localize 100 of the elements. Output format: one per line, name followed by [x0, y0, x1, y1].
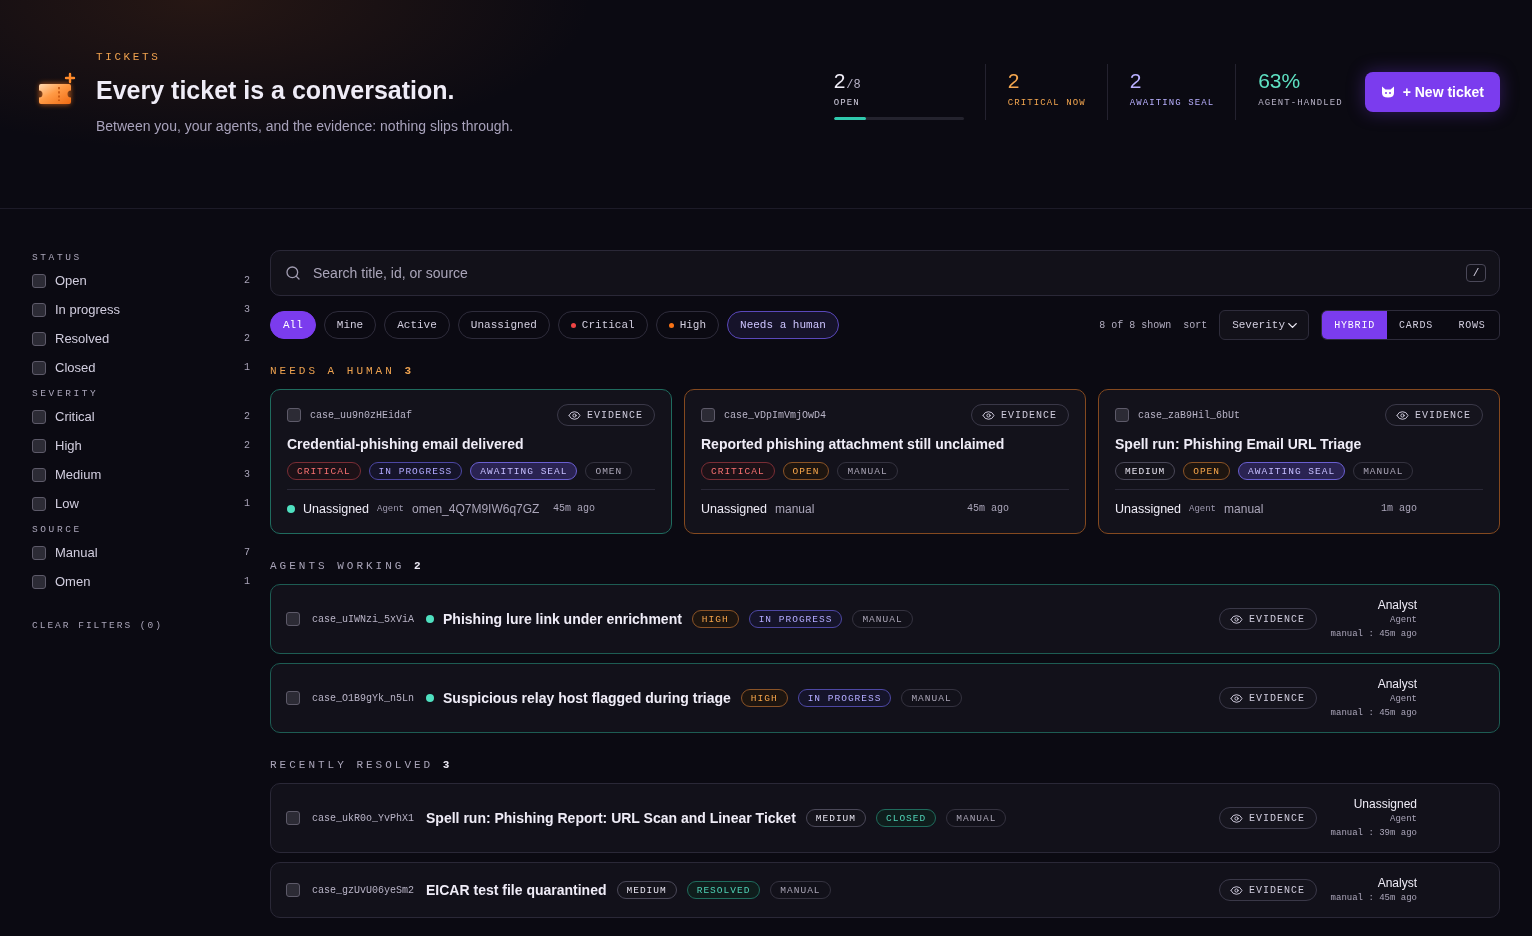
case-id: case_zaB9Hil_6bUt	[1138, 409, 1241, 421]
filter-count: 7	[244, 547, 250, 558]
agent-label: Agent	[1390, 813, 1417, 826]
assignee-name: Unassigned	[701, 501, 767, 516]
eye-icon	[568, 408, 581, 422]
filter-count: 1	[244, 576, 250, 587]
assignee-name: Unassigned	[1353, 796, 1417, 812]
case-id: case_uIWNzi_5xViA	[312, 613, 415, 625]
filter-label[interactable]: Critical	[55, 409, 95, 424]
evidence-button[interactable]: EVIDENCE	[971, 404, 1069, 426]
filter-count: 3	[244, 304, 250, 315]
case-id: case_vDpImVmjOwD4	[724, 409, 827, 421]
status-tag: AWAITING SEAL	[1238, 462, 1346, 480]
filter-chip[interactable]: All	[270, 311, 316, 339]
evidence-button[interactable]: EVIDENCE	[1219, 879, 1317, 901]
cat-icon	[1380, 86, 1395, 98]
checkbox[interactable]	[287, 408, 301, 422]
checkbox[interactable]	[32, 467, 46, 482]
filter-chip[interactable]: Needs a human	[727, 311, 839, 339]
filter-label[interactable]: Manual	[55, 545, 98, 560]
ticket-title: Phishing lure link under enrichment	[443, 611, 682, 627]
filter-label[interactable]: Resolved	[55, 331, 110, 346]
filter-count: 1	[244, 498, 250, 509]
filter-group-title: SEVERITY	[32, 387, 99, 401]
assignee-name: Unassigned	[1115, 501, 1181, 516]
checkbox[interactable]	[32, 496, 46, 511]
checkbox[interactable]	[32, 360, 46, 375]
view-mode-tab[interactable]: ROWS	[1445, 311, 1499, 339]
filter-label[interactable]: Low	[55, 496, 79, 511]
ticket-title: Spell run: Phishing Report: URL Scan and Linear Ticket	[426, 810, 796, 826]
eye-icon	[1396, 408, 1409, 422]
sort-label: sort	[1183, 319, 1208, 331]
stat-value: 2	[1007, 68, 1020, 94]
filter-count: 1	[244, 362, 250, 373]
filter-group-title: STATUS	[32, 251, 82, 265]
evidence-button[interactable]: EVIDENCE	[1385, 404, 1483, 426]
case-id: case_ukR0o_YvPhX1	[312, 812, 415, 824]
filter-label[interactable]: Medium	[55, 467, 102, 482]
page-title: Every ticket is a conversation.	[96, 75, 455, 106]
eye-icon	[982, 408, 995, 422]
clear-filters-link[interactable]: CLEAR FILTERS (0)	[32, 618, 163, 634]
ticket-time: 45m ago	[967, 503, 1009, 514]
filter-label[interactable]: Closed	[55, 360, 96, 375]
ticket-title: Credential-phishing email delivered	[287, 435, 524, 454]
page-eyebrow: TICKETS	[96, 50, 161, 64]
checkbox[interactable]	[32, 273, 46, 288]
evidence-button[interactable]: EVIDENCE	[557, 404, 655, 426]
checkbox[interactable]	[286, 811, 300, 825]
agent-label: Agent	[377, 503, 405, 514]
evidence-button[interactable]: EVIDENCE	[1219, 807, 1317, 829]
ticket-card[interactable]: case_vDpImVmjOwD4 EVIDENCE Reported phishing attachment still unclaimed CRITICAL OPEN MANUAL Unassigned manual 45m ago	[684, 389, 1086, 534]
checkbox[interactable]	[32, 409, 46, 424]
eye-icon	[1230, 811, 1243, 825]
ticket-card[interactable]: case_zaB9Hil_6bUt EVIDENCE Spell run: Phishing Email URL Triage MEDIUM OPEN AWAITING SEAL MANUAL Unassigned Agent manual 1m ago	[1098, 389, 1500, 534]
ticket-meta: manual : 45m ago	[1330, 628, 1417, 641]
stat-label: AGENT-HANDLED	[1258, 97, 1343, 109]
checkbox[interactable]	[32, 438, 46, 453]
checkbox[interactable]	[1115, 408, 1129, 422]
severity-tag: MEDIUM	[1115, 462, 1176, 480]
checkbox[interactable]	[32, 331, 46, 346]
checkbox[interactable]	[32, 545, 46, 560]
checkbox[interactable]	[32, 574, 46, 589]
eye-icon	[1230, 883, 1243, 897]
severity-tag: CRITICAL	[701, 462, 775, 480]
case-id: case_gzUvU06yeSm2	[312, 884, 415, 896]
status-tag: CLOSED	[876, 809, 937, 827]
evidence-button[interactable]: EVIDENCE	[1219, 687, 1317, 709]
checkbox[interactable]	[701, 408, 715, 422]
checkbox[interactable]	[286, 612, 300, 626]
severity-tag: MEDIUM	[805, 809, 866, 827]
filter-label[interactable]: Omen	[55, 574, 91, 589]
case-id: case_uu9n0zHEidaf	[310, 409, 413, 421]
section-heading: NEEDS A HUMAN 3	[270, 364, 415, 378]
evidence-button[interactable]: EVIDENCE	[1219, 608, 1317, 630]
ticket-row[interactable]: case_gzUvU06yeSm2 EICAR test file quarantined MEDIUM RESOLVED MANUAL EVIDENCE Analyst manual : 45m ago	[270, 862, 1500, 918]
sort-select[interactable]: Severity	[1219, 310, 1310, 340]
checkbox[interactable]	[32, 302, 46, 317]
ticket-title: EICAR test file quarantined	[426, 882, 607, 898]
ticket-card[interactable]: case_uu9n0zHEidaf EVIDENCE Credential-phishing email delivered CRITICAL IN PROGRESS AWAITING SEAL OMEN Unassigned Agent omen_4Q7M9IW6q7GZ 45m ago	[270, 389, 672, 534]
checkbox[interactable]	[286, 883, 300, 897]
ticket-title: Spell run: Phishing Email URL Triage	[1115, 435, 1362, 454]
filter-group-title: SOURCE	[32, 523, 82, 537]
view-mode-tab[interactable]: HYBRID	[1322, 311, 1387, 339]
stat-total: /8	[846, 78, 861, 92]
filter-label[interactable]: High	[55, 438, 82, 453]
checkbox[interactable]	[286, 691, 300, 705]
status-tag: IN PROGRESS	[748, 610, 843, 628]
view-mode-tab[interactable]: CARDS	[1387, 311, 1445, 339]
assignee-name: Analyst	[1377, 597, 1417, 613]
section-heading: RECENTLY RESOLVED 3	[270, 758, 453, 772]
ticket-row[interactable]: case_ukR0o_YvPhX1 Spell run: Phishing Report: URL Scan and Linear Ticket MEDIUM CLOSED MANUAL EVIDENCE Unassigned Agent manual : 39m ago	[270, 783, 1500, 853]
filter-label[interactable]: In progress	[55, 302, 121, 317]
filter-label[interactable]: Open	[55, 273, 87, 288]
status-tag: OPEN	[782, 462, 830, 480]
filter-count: 3	[244, 469, 250, 480]
ticket-row[interactable]: case_uIWNzi_5xViA Phishing lure link under enrichment HIGH IN PROGRESS MANUAL EVIDENCE Analyst Agent manual : 45m ago	[270, 584, 1500, 654]
new-ticket-button[interactable]: + New ticket	[1364, 72, 1500, 112]
search-icon	[285, 265, 301, 281]
ticket-row[interactable]: case_O1B9gYk_n5Ln Suspicious relay host flagged during triage HIGH IN PROGRESS MANUAL EVIDENCE Analyst Agent manual : 45m ago	[270, 663, 1500, 733]
assignee-name: Analyst	[1377, 875, 1417, 891]
